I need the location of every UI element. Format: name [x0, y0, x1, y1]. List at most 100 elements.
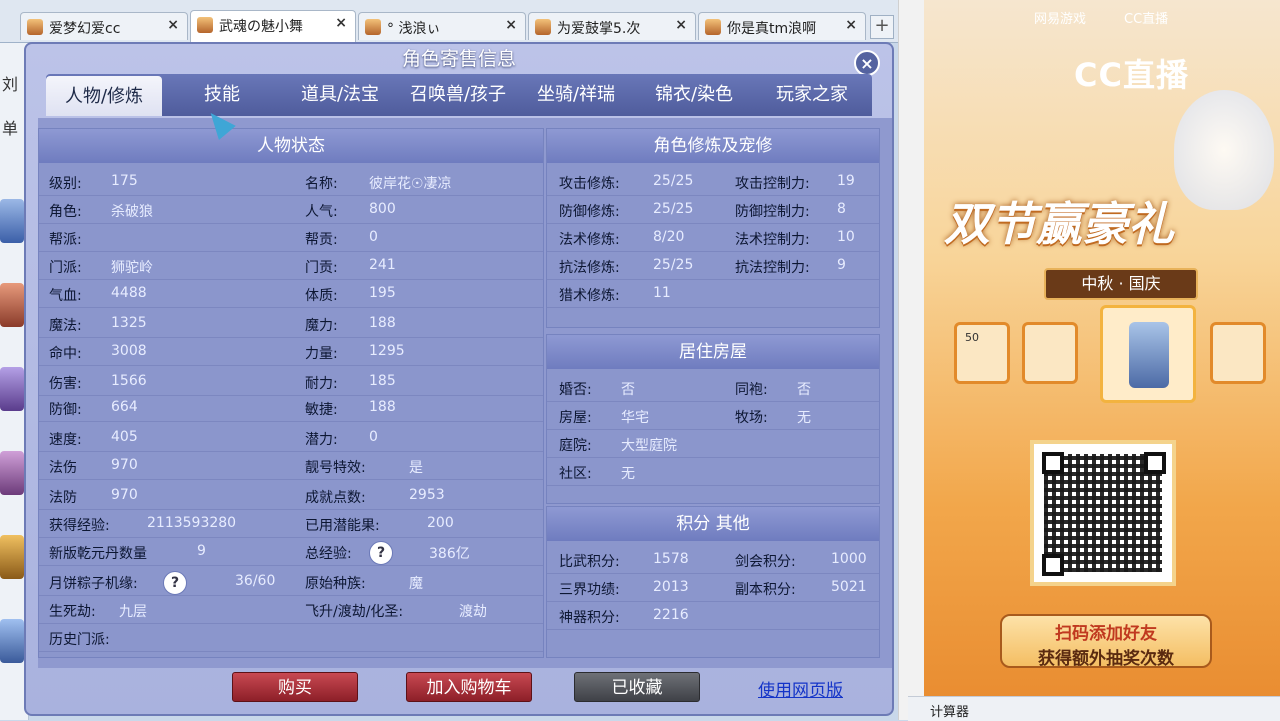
tab-mounts[interactable]: 坐骑/祥瑞: [518, 74, 634, 116]
field-label: 潜力:: [305, 432, 338, 448]
cta-line1: 扫码添加好友: [1055, 624, 1157, 644]
field-label: 速度:: [49, 432, 82, 448]
field-value: 0: [369, 229, 378, 245]
tab-favicon: [197, 17, 213, 33]
field-label: 攻击控制力:: [735, 176, 810, 192]
tab-title: 为爱鼓掌5.次: [557, 21, 641, 37]
tab-costumes[interactable]: 锦衣/染色: [636, 74, 752, 116]
field-label: 房屋:: [559, 410, 592, 426]
field-value: 1325: [111, 315, 147, 331]
field-value: 36/60: [235, 573, 276, 589]
scan-cta[interactable]: 扫码添加好友 获得额外抽奖次数: [1000, 614, 1212, 669]
row-divider: [39, 595, 543, 596]
row-divider: [39, 337, 543, 338]
field-value: 1000: [831, 551, 867, 567]
help-icon[interactable]: ?: [163, 571, 187, 595]
browser-tab-5[interactable]: 你是真tm浪啊 ×: [698, 12, 866, 40]
field-label: 耐力:: [305, 376, 338, 392]
tab-favicon: [27, 19, 43, 35]
field-value: 渡劫: [459, 604, 487, 620]
field-value: 9: [197, 543, 206, 559]
row-divider: [547, 573, 879, 574]
close-icon[interactable]: ×: [854, 50, 880, 76]
web-version-link[interactable]: 使用网页版: [758, 676, 843, 701]
row-divider: [39, 251, 543, 252]
field-label: 法防: [49, 490, 77, 506]
field-label: 原始种族:: [305, 576, 366, 592]
close-icon[interactable]: ×: [845, 17, 857, 33]
dialog-tab-bar: 人物/修炼 技能 道具/法宝 召唤兽/孩子 坐骑/祥瑞 锦衣/染色 玩家之家: [46, 74, 872, 116]
row-divider: [547, 429, 879, 430]
field-value: 2216: [653, 607, 689, 623]
character-status-panel: 人物状态 级别: 175 角色: 杀破狼 帮派: 门派: 狮驼岭 气血: 4488 魔法: 1325…: [38, 128, 544, 658]
qr-finder: [1042, 452, 1064, 474]
help-icon[interactable]: ?: [369, 541, 393, 565]
field-value: 8: [837, 201, 846, 217]
browser-tab-4[interactable]: 为爱鼓掌5.次 ×: [528, 12, 696, 40]
field-label: 防御:: [49, 402, 82, 418]
field-label: 社区:: [559, 466, 592, 482]
calculator-label[interactable]: 计算器: [930, 701, 969, 720]
field-label: 级别:: [49, 176, 82, 192]
tab-player-home[interactable]: 玩家之家: [754, 74, 870, 116]
row-divider: [39, 395, 543, 396]
row-divider: [39, 623, 543, 624]
field-label: 获得经验:: [49, 518, 110, 534]
field-label: 防御控制力:: [735, 204, 810, 220]
role-sale-info-dialog: 角色寄售信息 × 人物/修炼 技能 道具/法宝 召唤兽/孩子 坐骑/祥瑞 锦衣/…: [24, 42, 894, 716]
field-value: 否: [797, 382, 811, 398]
field-label: 新版乾元丹数量: [49, 546, 147, 562]
new-tab-button[interactable]: +: [870, 15, 894, 39]
field-value: 0: [369, 429, 378, 445]
tab-items[interactable]: 道具/法宝: [282, 74, 398, 116]
field-value: 1295: [369, 343, 405, 359]
prize-item: [1022, 322, 1078, 384]
promo-banner[interactable]: 网易游戏 CC直播 CC直播 双节赢豪礼 中秋 · 国庆 50 扫码添加好友 获…: [924, 0, 1280, 720]
close-icon[interactable]: ×: [675, 17, 687, 33]
prize-phone: [1100, 305, 1196, 403]
browser-tab-1[interactable]: 爱梦幻爱cc ×: [20, 12, 188, 40]
field-value: 2113593280: [147, 515, 237, 531]
side-avatar: [0, 199, 24, 243]
field-value: 2953: [409, 487, 445, 503]
row-divider: [39, 509, 543, 510]
tab-pets[interactable]: 召唤兽/孩子: [400, 74, 516, 116]
action-bar: 购买 加入购物车 已收藏 使用网页版: [26, 670, 892, 714]
browser-tab-3[interactable]: ° 浅浪ぃ ×: [358, 12, 526, 40]
section-header: 积分 其他: [547, 507, 879, 541]
side-avatar: [0, 451, 24, 495]
buy-button[interactable]: 购买: [232, 672, 358, 702]
cc-small-logo: CC直播: [1124, 12, 1169, 27]
close-icon[interactable]: ×: [505, 17, 517, 33]
favorited-button[interactable]: 已收藏: [574, 672, 700, 702]
content-area: 人物状态 级别: 175 角色: 杀破狼 帮派: 门派: 狮驼岭 气血: 4488 魔法: 1325…: [38, 118, 892, 668]
browser-tab-2[interactable]: 武魂の魅小舞 ×: [190, 10, 356, 42]
cultivation-panel: 角色修炼及宠修 攻击修炼: 25/25 防御修炼: 25/25 法术修炼: 8/20 抗法修…: [546, 128, 880, 328]
points-panel: 积分 其他 比武积分: 1578 三界功绩: 2013 神器积分: 2216 剑会积分: 1…: [546, 506, 880, 658]
row-divider: [39, 365, 543, 366]
taskbar: 计算器: [908, 696, 1280, 721]
cta-line2: 获得额外抽奖次数: [1038, 649, 1174, 669]
field-value: 25/25: [653, 201, 694, 217]
field-value: 241: [369, 257, 396, 273]
close-icon[interactable]: ×: [335, 15, 347, 31]
field-value: 195: [369, 285, 396, 301]
field-label: 帮派:: [49, 232, 82, 248]
field-value: 2013: [653, 579, 689, 595]
field-value: 664: [111, 399, 138, 415]
close-icon[interactable]: ×: [167, 17, 179, 33]
field-label: 体质:: [305, 288, 338, 304]
field-label: 剑会积分:: [735, 554, 796, 570]
field-value: 否: [621, 382, 635, 398]
field-value: 杀破狼: [111, 204, 153, 220]
qr-finder: [1042, 554, 1064, 576]
tab-character[interactable]: 人物/修炼: [46, 76, 162, 116]
field-value: 175: [111, 173, 138, 189]
row-divider: [39, 651, 543, 652]
row-divider: [39, 479, 543, 480]
field-value: 华宅: [621, 410, 649, 426]
add-to-cart-button[interactable]: 加入购物车: [406, 672, 532, 702]
field-label: 名称:: [305, 176, 338, 192]
row-divider: [547, 251, 879, 252]
field-value: 970: [111, 487, 138, 503]
